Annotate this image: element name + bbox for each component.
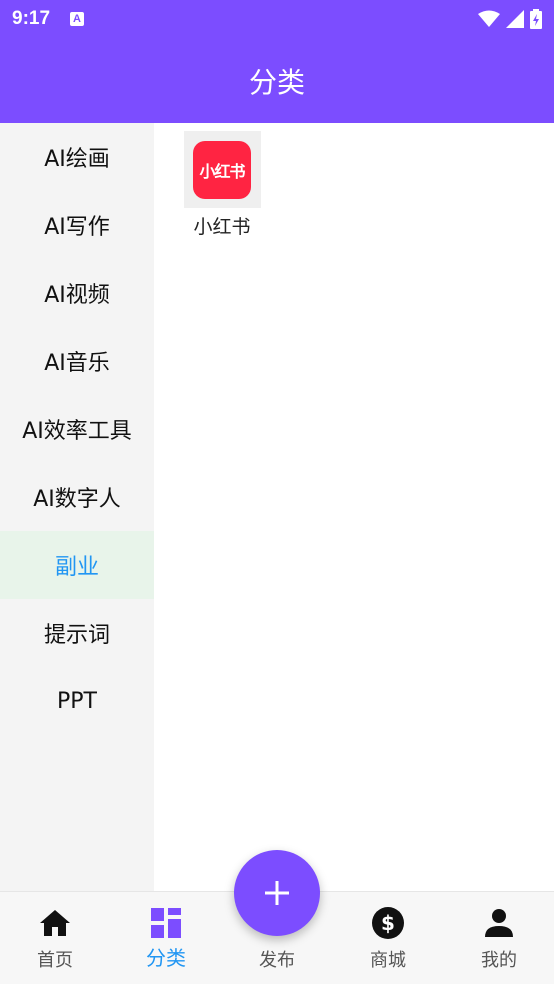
nav-category-label: 分类 [146, 946, 186, 970]
dollar-icon: $ [372, 907, 404, 939]
nav-mall-label: 商城 [370, 950, 406, 971]
nav-home-label: 首页 [37, 950, 73, 971]
signal-icon [506, 10, 524, 28]
page-title: 分类 [248, 65, 305, 99]
publish-fab-button[interactable] [234, 850, 320, 936]
nav-profile-label: 我的 [481, 950, 517, 971]
nav-home[interactable]: 首页 [0, 892, 110, 984]
notification-icon: A [70, 12, 85, 26]
sidebar-item-ai-video[interactable]: AI视频 [0, 259, 154, 327]
grid-icon [151, 908, 181, 938]
status-time: 9:17 [12, 8, 51, 29]
sidebar-item-ai-efficiency-tools[interactable]: AI效率工具 [0, 395, 154, 463]
nav-category[interactable]: 分类 [111, 892, 221, 984]
sidebar-item-ppt[interactable]: PPT [0, 667, 154, 735]
nav-profile[interactable]: 我的 [444, 892, 554, 984]
category-content: 小红书 小红书 [154, 123, 554, 891]
status-bar: 9:17 A [0, 0, 554, 38]
sidebar-item-side-business[interactable]: 副业 [0, 531, 154, 599]
sidebar-item-ai-writing[interactable]: AI写作 [0, 191, 154, 259]
home-icon [40, 910, 70, 936]
app-logo-frame: 小红书 [183, 131, 261, 208]
battery-icon [530, 9, 542, 29]
category-sidebar: AI绘画 AI写作 AI视频 AI音乐 AI效率工具 AI数字人 副业 提示词 … [0, 123, 154, 891]
xiaohongshu-logo: 小红书 [193, 140, 251, 199]
nav-publish-label: 发布 [259, 950, 295, 971]
status-icons [478, 9, 542, 29]
app-bar: 分类 [0, 38, 554, 123]
sidebar-item-ai-digital-human[interactable]: AI数字人 [0, 463, 154, 531]
app-tile-xiaohongshu[interactable]: 小红书 小红书 [182, 131, 262, 239]
sidebar-item-prompts[interactable]: 提示词 [0, 599, 154, 667]
app-tile-label: 小红书 [193, 216, 251, 238]
wifi-icon [478, 10, 500, 27]
nav-mall[interactable]: $ 商城 [333, 892, 443, 984]
svg-text:$: $ [381, 911, 395, 935]
sidebar-item-ai-drawing[interactable]: AI绘画 [0, 123, 154, 191]
person-icon [485, 909, 513, 937]
sidebar-item-ai-music[interactable]: AI音乐 [0, 327, 154, 395]
plus-icon [265, 881, 289, 905]
